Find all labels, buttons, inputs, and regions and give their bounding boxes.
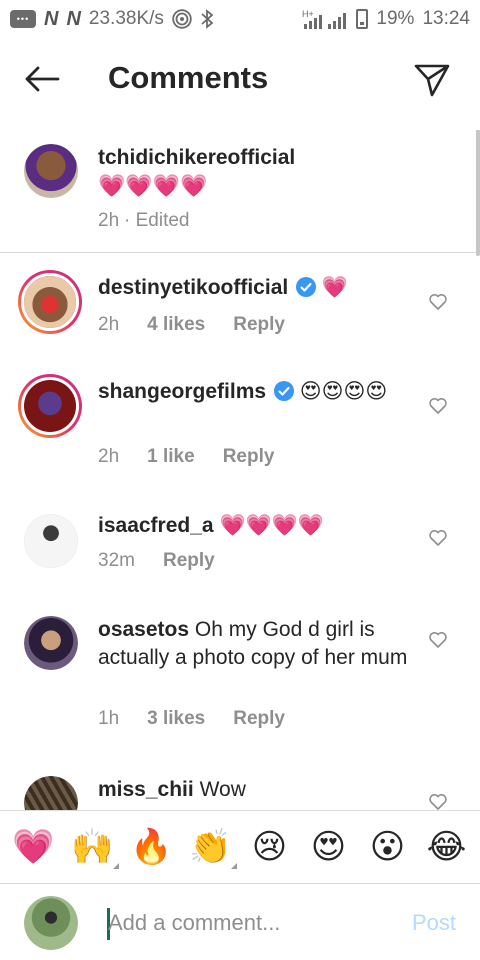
verified-badge-icon <box>296 277 317 297</box>
comment-text: 💗💗💗💗 <box>219 514 325 537</box>
heart-icon[interactable] <box>428 528 448 548</box>
caption-edited: · Edited <box>124 210 190 231</box>
comment-username[interactable]: isaacfred_a <box>98 514 214 537</box>
comment-username[interactable]: destinyetikoofficial <box>98 276 288 299</box>
n-icon: N <box>44 7 59 30</box>
comment-text: 💗 <box>321 276 349 299</box>
caption-time: 2h <box>98 210 120 231</box>
arrow-left-icon <box>25 66 60 92</box>
page-title: Comments <box>108 60 269 95</box>
bluetooth-icon <box>200 9 214 29</box>
caption-username[interactable]: tchidichikereofficial <box>98 144 418 172</box>
comment-time: 2h <box>98 314 120 335</box>
emoji-wow-button[interactable]: 😮 <box>362 827 414 867</box>
emoji-laugh-button[interactable]: 😂 <box>421 827 473 867</box>
heart-icon[interactable] <box>428 396 448 416</box>
avatar[interactable] <box>24 514 78 568</box>
comment-username[interactable]: miss_chii <box>98 778 194 801</box>
svg-text:H+: H+ <box>302 9 314 19</box>
status-bar: ••• N N 23.38K/s H+ 19% 13:24 <box>0 0 480 38</box>
reply-button[interactable]: Reply <box>233 314 285 336</box>
n-icon-2: N <box>66 7 81 30</box>
header: Comments <box>0 48 480 112</box>
avatar[interactable] <box>18 270 82 334</box>
avatar[interactable] <box>18 374 82 438</box>
emoji-raised-hands-button[interactable]: 🙌 <box>67 827 119 869</box>
heart-icon[interactable] <box>428 292 448 312</box>
comment-time: 32m <box>98 550 135 571</box>
comment-time: 1h <box>98 708 120 729</box>
paper-plane-icon <box>414 64 450 97</box>
emoji-cry-button[interactable]: 😢 <box>244 827 296 867</box>
battery-icon <box>356 9 369 29</box>
caption-text: 💗💗💗💗 <box>98 173 208 198</box>
signal-icon: H+ <box>302 8 348 30</box>
chat-icon: ••• <box>10 10 36 28</box>
avatar[interactable] <box>24 776 78 810</box>
clock: 13:24 <box>422 8 470 29</box>
comment-username[interactable]: shangeorgefilms <box>98 380 266 403</box>
emoji-heart-eyes-button[interactable]: 😍 <box>303 827 355 867</box>
emoji-clap: 👏 <box>189 828 232 866</box>
hotspot-icon <box>172 9 192 29</box>
post-button[interactable]: Post <box>412 910 456 936</box>
comment-text: Wow <box>199 778 246 801</box>
emoji-fire-button[interactable]: 🔥 <box>126 827 178 867</box>
emoji-raised-hands: 🙌 <box>71 828 114 866</box>
heart-icon[interactable] <box>428 792 448 810</box>
network-speed: 23.38K/s <box>88 8 164 29</box>
back-button[interactable] <box>22 62 62 96</box>
avatar[interactable] <box>24 616 78 670</box>
comment-input[interactable] <box>108 906 388 940</box>
battery-percent: 19% <box>376 8 415 29</box>
reply-button[interactable]: Reply <box>163 550 215 572</box>
comment-time: 2h <box>98 446 120 467</box>
scrollbar[interactable] <box>476 130 480 256</box>
emoji-quick-bar: 💗 🙌 🔥 👏 😢 😍 😮 😂 <box>0 810 480 884</box>
comment-likes[interactable]: 4 likes <box>147 314 205 336</box>
reply-button[interactable]: Reply <box>223 446 275 468</box>
verified-badge-icon <box>273 381 294 401</box>
reply-button[interactable]: Reply <box>233 708 285 730</box>
divider <box>0 252 480 253</box>
comment-likes[interactable]: 1 like <box>147 446 195 468</box>
comment-text: 😍😍😍😍 <box>299 380 388 403</box>
comment-username[interactable]: osasetos <box>98 618 189 641</box>
emoji-clap-button[interactable]: 👏 <box>185 827 237 869</box>
emoji-heart-button[interactable]: 💗 <box>8 827 60 867</box>
comments-list[interactable]: tchidichikereofficial 💗💗💗💗 2h · Edited d… <box>0 130 480 810</box>
share-button[interactable] <box>412 60 452 100</box>
my-avatar[interactable] <box>24 896 78 950</box>
comment-composer: Post <box>0 886 480 960</box>
comment-likes[interactable]: 3 likes <box>147 708 205 730</box>
heart-icon[interactable] <box>428 630 448 650</box>
avatar[interactable] <box>24 144 78 198</box>
